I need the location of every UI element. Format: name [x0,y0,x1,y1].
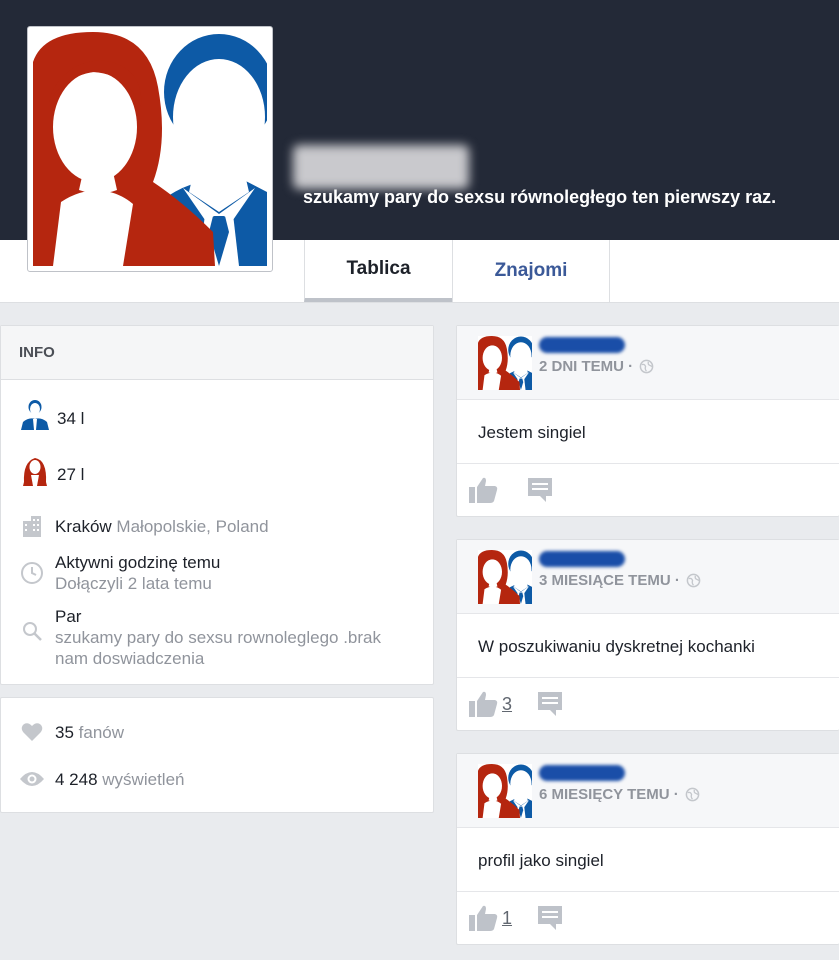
post-header: 3 MIESIĄCE TEMU · [457,540,839,614]
profile-avatar[interactable] [27,26,273,272]
thumbs-up-icon [469,477,498,503]
blurred-username [293,145,469,189]
last-active: Aktywni godzinę temu [55,553,221,572]
like-button[interactable] [468,476,502,504]
blurred-author-name [539,551,625,567]
post-actions: 3 [457,678,839,730]
post-header: 2 DNI TEMU · [457,326,839,400]
post-timestamp: 2 DNI TEMU · [539,358,634,375]
post-timestamp: 3 MIESIĄCE TEMU · [539,572,680,589]
building-icon [19,514,45,538]
thumbs-up-icon [469,905,498,931]
eye-icon [19,767,45,791]
activity-row: Aktywni godzinę temu Dołączyli 2 lata te… [19,552,220,594]
views-label: wyświetleń [102,770,185,789]
fans-row: 35 fanów [19,720,124,744]
comment-icon [538,692,562,716]
views-row: 4 248 wyświetleń [19,767,184,791]
region: Małopolskie, Poland [116,517,269,536]
like-button[interactable]: 1 [468,904,512,932]
comment-icon [528,478,552,502]
post-card: 3 MIESIĄCE TEMU · W poszukiwaniu dyskret… [456,539,839,731]
female-avatar-icon [19,454,51,486]
globe-icon [686,573,701,588]
profile-tagline: szukamy pary do sexsu równoległego ten p… [303,187,777,207]
like-button[interactable]: 3 [468,690,512,718]
female-age: 27 l [57,465,85,484]
views-count: 4 248 [55,770,98,789]
city: Kraków [55,517,112,536]
post-card: 2 DNI TEMU · Jestem singiel [456,325,839,517]
blurred-author-name [539,337,625,353]
post-text: W poszukiwaniu dyskretnej kochanki [457,614,839,678]
male-age-row: 34 l [19,398,84,430]
globe-icon [685,787,700,802]
post-actions: 1 [457,892,839,944]
like-count[interactable]: 1 [502,908,512,929]
post-author-avatar[interactable] [478,550,532,604]
fans-count: 35 [55,723,74,742]
joined: Dołączyli 2 lata temu [55,574,212,593]
thumbs-up-icon [469,691,498,717]
tab-friends[interactable]: Znajomi [452,240,610,302]
profile-type: Par [55,607,82,626]
blurred-author-name [539,765,625,781]
comment-button[interactable] [537,905,563,936]
comment-icon [538,906,562,930]
female-age-row: 27 l [19,454,84,486]
heart-icon [19,720,45,744]
description-row: Par szukamy pary do sexsu rownoleglego .… [19,606,415,669]
info-card: INFO 34 l 27 l Kraków Małopolskie, Polan… [0,325,434,685]
post-author-avatar[interactable] [478,336,532,390]
stats-card: 35 fanów 4 248 wyświetleń [0,697,434,813]
globe-icon [639,359,654,374]
comment-button[interactable] [537,691,563,722]
fans-label: fanów [78,723,125,742]
male-avatar-icon [19,398,51,430]
clock-icon [19,560,45,586]
post-header: 6 MIESIĘCY TEMU · [457,754,839,828]
post-text: Jestem singiel [457,400,839,464]
male-age: 34 l [57,409,85,428]
couple-avatar-image [33,32,267,266]
comment-button[interactable] [527,477,553,508]
post-card: 6 MIESIĘCY TEMU · profil jako singiel 1 [456,753,839,945]
info-header: INFO [1,326,433,380]
profile-description: szukamy pary do sexsu rownoleglego .brak… [55,628,381,668]
post-text: profil jako singiel [457,828,839,892]
search-icon [19,618,45,644]
tab-wall[interactable]: Tablica [304,240,452,302]
post-timestamp: 6 MIESIĘCY TEMU · [539,786,679,803]
post-actions [457,464,839,516]
post-author-avatar[interactable] [478,764,532,818]
like-count[interactable]: 3 [502,694,512,715]
location-row: Kraków Małopolskie, Poland [19,514,269,538]
